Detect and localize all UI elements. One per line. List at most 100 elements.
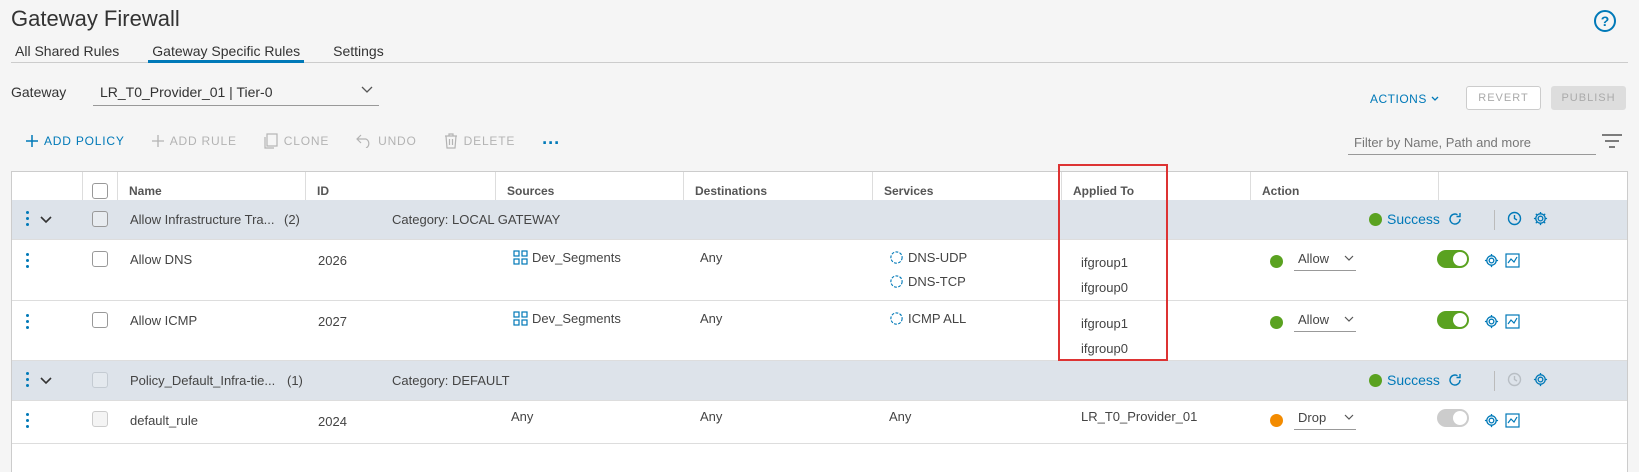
chevron-down-icon xyxy=(1431,96,1439,101)
service-item: ICMP ALL xyxy=(889,311,966,326)
gear-icon[interactable] xyxy=(1533,211,1548,226)
policy-status: Success xyxy=(1369,372,1462,388)
applied-to-highlight-box xyxy=(1058,164,1168,361)
tab-all-shared-rules[interactable]: All Shared Rules xyxy=(11,40,123,63)
rule-applied-to: LR_T0_Provider_01 xyxy=(1081,409,1198,424)
gateway-select-value: LR_T0_Provider_01 | Tier-0 xyxy=(100,84,273,100)
clone-icon xyxy=(264,133,278,149)
revert-button[interactable]: REVERT xyxy=(1466,86,1541,110)
clone-button[interactable]: CLONE xyxy=(264,133,329,149)
history-icon[interactable] xyxy=(1507,211,1522,226)
rules-grid: Name ID Sources Destinations Services Ap… xyxy=(11,171,1628,472)
service-icon xyxy=(890,275,903,288)
clone-label: CLONE xyxy=(283,134,330,148)
trash-icon xyxy=(444,133,458,149)
undo-button[interactable]: UNDO xyxy=(356,134,417,148)
select-all-checkbox[interactable] xyxy=(92,183,108,199)
refresh-icon[interactable] xyxy=(1448,212,1462,226)
tab-bar: All Shared Rules Gateway Specific Rules … xyxy=(11,40,1628,63)
row-menu-icon[interactable] xyxy=(26,211,30,229)
refresh-icon[interactable] xyxy=(1448,373,1462,387)
rule-checkbox[interactable] xyxy=(92,312,108,328)
plus-icon xyxy=(26,135,38,147)
gear-icon[interactable] xyxy=(1484,253,1499,268)
action-select[interactable]: Drop xyxy=(1294,408,1356,430)
rule-sources: Any xyxy=(511,409,534,424)
stats-chart-icon[interactable] xyxy=(1505,314,1520,329)
rule-services: Any xyxy=(889,409,912,424)
row-menu-icon[interactable] xyxy=(26,253,30,271)
history-icon[interactable] xyxy=(1507,372,1522,387)
rule-enable-toggle[interactable] xyxy=(1437,311,1469,329)
chevron-down-icon[interactable] xyxy=(40,376,52,386)
stats-chart-icon[interactable] xyxy=(1505,413,1520,428)
action-select-value: Allow xyxy=(1298,312,1330,327)
service-item: DNS-UDP xyxy=(889,250,967,265)
action-status-dot xyxy=(1270,316,1283,329)
rule-name: Allow ICMP xyxy=(130,313,198,328)
more-actions-button[interactable]: ... xyxy=(542,128,560,149)
gear-icon[interactable] xyxy=(1484,314,1499,329)
rule-row: default_rule 2024 Any Any Any LR_T0_Prov… xyxy=(12,401,1627,444)
gear-icon[interactable] xyxy=(1533,372,1548,387)
tab-settings[interactable]: Settings xyxy=(329,40,388,63)
segment-group-icon xyxy=(513,311,528,326)
rule-id: 2026 xyxy=(318,253,347,268)
filter-icon[interactable] xyxy=(1602,134,1622,153)
segment-group-icon xyxy=(513,250,528,265)
rule-services: ICMP ALL xyxy=(889,311,966,326)
policy-status: Success xyxy=(1369,211,1462,227)
gateway-select[interactable]: LR_T0_Provider_01 | Tier-0 xyxy=(93,79,379,106)
tab-gateway-specific-rules[interactable]: Gateway Specific Rules xyxy=(148,40,305,63)
add-policy-button[interactable]: ADD POLICY xyxy=(26,134,125,148)
actions-label: ACTIONS xyxy=(1370,92,1427,106)
rule-enable-toggle[interactable] xyxy=(1437,250,1469,268)
service-label: DNS-UDP xyxy=(908,250,968,265)
rule-id: 2027 xyxy=(318,314,347,329)
rule-name: Allow DNS xyxy=(130,252,193,267)
policy-checkbox[interactable] xyxy=(92,372,108,388)
gear-icon[interactable] xyxy=(1484,413,1499,428)
action-select[interactable]: Allow xyxy=(1294,249,1356,271)
policy-checkbox[interactable] xyxy=(92,211,108,227)
rule-destinations: Any xyxy=(700,409,723,424)
policy-name: Allow Infrastructure Tra... xyxy=(130,212,275,227)
action-status-dot xyxy=(1270,414,1283,427)
service-label: ICMP ALL xyxy=(908,311,967,326)
add-policy-label: ADD POLICY xyxy=(44,134,125,148)
publish-button[interactable]: PUBLISH xyxy=(1551,86,1626,110)
rule-checkbox[interactable] xyxy=(92,411,108,427)
actions-menu-button[interactable]: ACTIONS xyxy=(1370,92,1439,106)
service-item: DNS-TCP xyxy=(889,274,967,289)
policy-status-label: Success xyxy=(1387,372,1440,388)
rule-source-label: Dev_Segments xyxy=(532,250,621,265)
rule-name: default_rule xyxy=(130,413,198,428)
divider xyxy=(1494,210,1495,230)
rule-row: Allow ICMP 2027 Dev_Segments Any ICMP AL… xyxy=(12,301,1627,361)
help-icon[interactable]: ? xyxy=(1594,10,1616,32)
rule-source-label: Dev_Segments xyxy=(532,311,621,326)
divider xyxy=(1494,371,1495,391)
row-menu-icon[interactable] xyxy=(26,413,30,431)
status-dot xyxy=(1369,373,1382,387)
stats-chart-icon[interactable] xyxy=(1505,253,1520,268)
row-menu-icon[interactable] xyxy=(26,372,30,390)
rule-sources: Dev_Segments xyxy=(513,250,621,265)
delete-label: DELETE xyxy=(463,134,516,148)
rule-enable-toggle[interactable] xyxy=(1437,409,1469,427)
policy-category: Category: LOCAL GATEWAY xyxy=(392,212,561,227)
action-status-dot xyxy=(1270,255,1283,268)
undo-label: UNDO xyxy=(378,134,417,148)
chevron-down-icon xyxy=(1344,414,1354,420)
policy-count: (2) xyxy=(284,212,300,227)
plus-icon xyxy=(151,135,164,147)
row-menu-icon[interactable] xyxy=(26,314,30,332)
filter-input[interactable] xyxy=(1348,131,1596,155)
add-rule-button[interactable]: ADD RULE xyxy=(151,134,237,148)
delete-button[interactable]: DELETE xyxy=(444,133,515,149)
action-select[interactable]: Allow xyxy=(1294,310,1356,332)
policy-row: Policy_Default_Infra-tie... (1) Category… xyxy=(12,361,1627,401)
chevron-down-icon[interactable] xyxy=(40,215,52,225)
chevron-down-icon xyxy=(361,86,373,93)
rule-checkbox[interactable] xyxy=(92,251,108,267)
